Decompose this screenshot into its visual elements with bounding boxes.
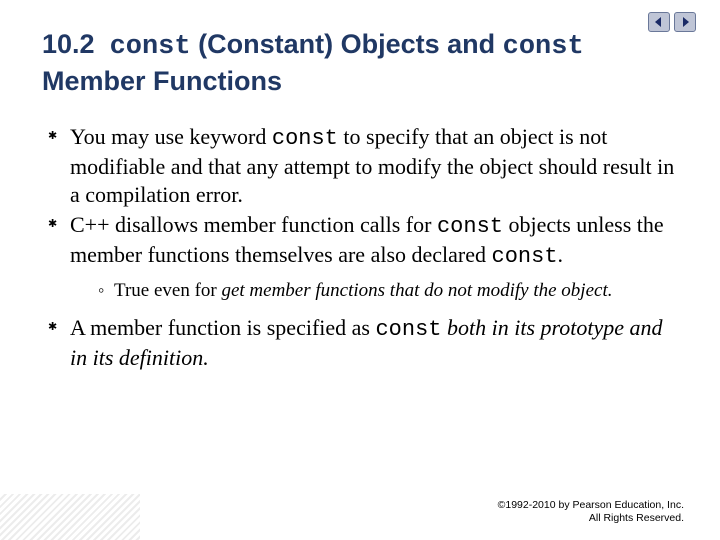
- slide: 10.2 const (Constant) Objects and const …: [0, 0, 720, 540]
- bullet-2-code: const: [437, 214, 503, 239]
- copyright-line-2: All Rights Reserved.: [498, 512, 684, 526]
- bullet-2: C++ disallows member function calls for …: [48, 211, 678, 304]
- bullet-3: A member function is specified as const …: [48, 314, 678, 372]
- bullet-2-text-pre: C++ disallows member function calls for: [70, 212, 437, 237]
- title-part-2: Member Functions: [42, 66, 282, 96]
- bullet-3-code: const: [375, 317, 441, 342]
- bullet-2-text-post: .: [558, 242, 564, 267]
- bullet-2-sublist: True even for get member functions that …: [98, 279, 678, 304]
- title-part-1: (Constant) Objects and: [198, 29, 495, 59]
- copyright-line-1: ©1992-2010 by Pearson Education, Inc.: [498, 499, 684, 513]
- prev-button[interactable]: [648, 12, 670, 32]
- title-code-2: const: [503, 32, 584, 62]
- bullet-2-sub-pre: True even for: [114, 280, 221, 301]
- arrow-left-icon: [653, 16, 665, 28]
- bullet-1-code: const: [272, 126, 338, 151]
- arrow-right-icon: [679, 16, 691, 28]
- copyright-footer: ©1992-2010 by Pearson Education, Inc. Al…: [498, 499, 684, 526]
- bullet-list: You may use keyword const to specify tha…: [48, 123, 678, 373]
- bullet-1-text-pre: You may use keyword: [70, 124, 272, 149]
- bullet-3-text-pre: A member function is specified as: [70, 315, 375, 340]
- title-code-1: const: [110, 32, 191, 62]
- bullet-1: You may use keyword const to specify tha…: [48, 123, 678, 209]
- corner-decoration: [0, 494, 140, 540]
- next-button[interactable]: [674, 12, 696, 32]
- nav-buttons: [648, 12, 696, 32]
- slide-title: 10.2 const (Constant) Objects and const …: [42, 28, 678, 99]
- bullet-2-sub-1: True even for get member functions that …: [98, 279, 678, 304]
- bullet-2-sub-italic: get member functions that do not modify …: [221, 280, 612, 301]
- title-section-number: 10.2: [42, 29, 95, 59]
- bullet-2-code2: const: [492, 244, 558, 269]
